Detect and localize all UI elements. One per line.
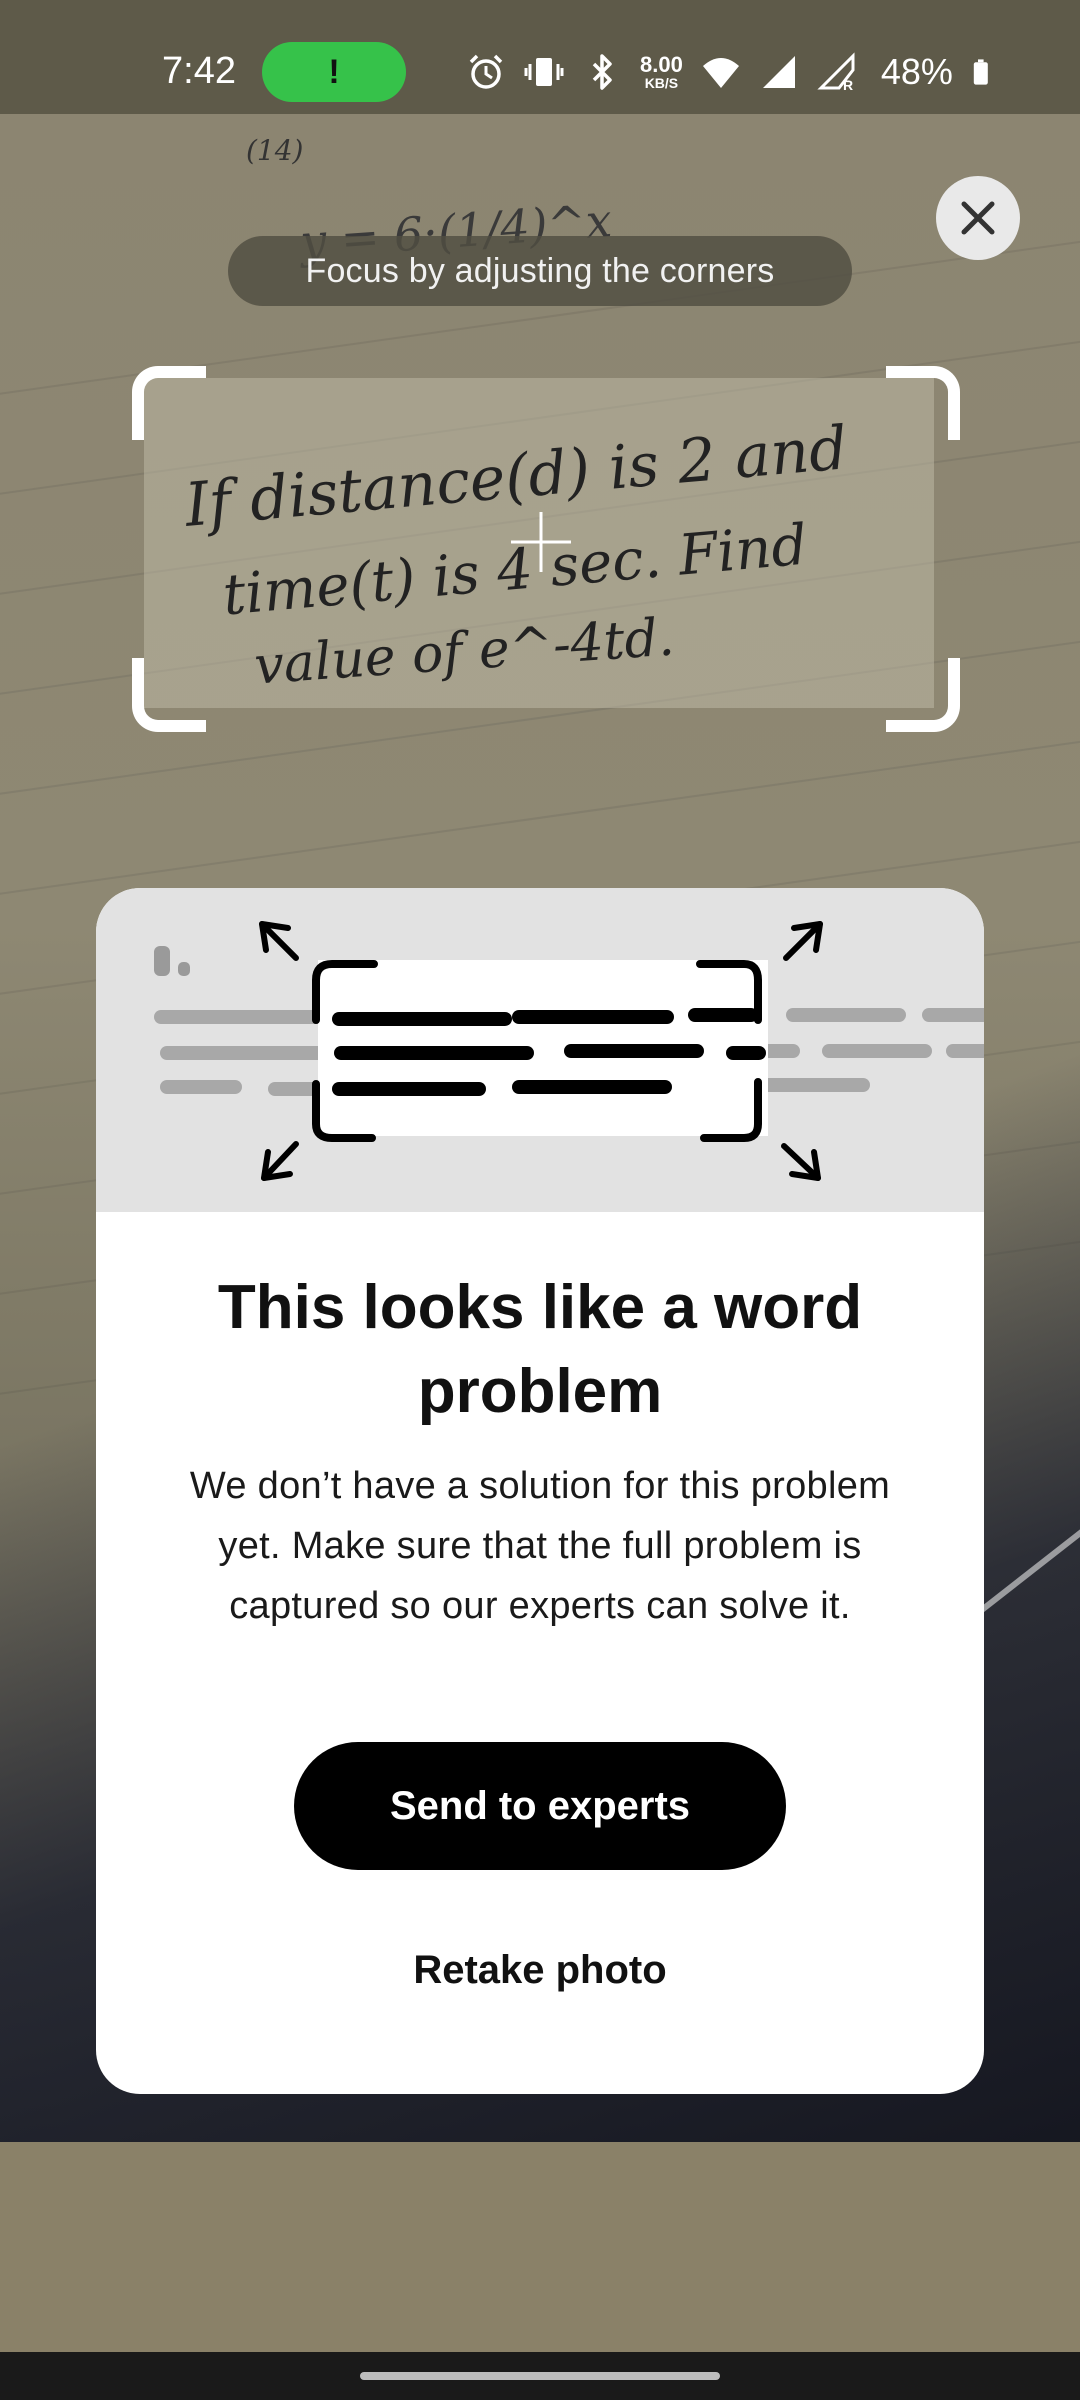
crosshair-icon (511, 512, 571, 572)
crop-corner-bottom-left[interactable] (132, 658, 206, 732)
svg-text:R: R (843, 77, 853, 92)
crop-illustration-icon (154, 921, 984, 1181)
status-bar: 7:42 ! 8.00 KB/S R 48% (0, 0, 1080, 114)
handwriting-problem-number: (14) (246, 134, 304, 167)
dialog-body: We don’t have a solution for this proble… (189, 1465, 891, 1627)
bluetooth-icon (592, 54, 612, 90)
battery-icon (973, 59, 988, 85)
signal-roaming-icon: R (817, 52, 855, 92)
handwriting-line-3: value of e^-4td. (252, 607, 677, 697)
wifi-icon (702, 58, 739, 88)
home-indicator[interactable] (360, 2372, 720, 2380)
dialog-title: This looks like a word problem (217, 1273, 863, 1426)
send-to-experts-button[interactable]: Send to experts (294, 1742, 786, 1870)
vibrate-icon (524, 58, 564, 86)
status-time: 7:42 (162, 50, 236, 92)
battery-percent: 48% (880, 51, 953, 92)
word-problem-dialog: This looks like a word problem We don’t … (96, 888, 984, 2094)
focus-hint: Focus by adjusting the corners (228, 236, 852, 306)
close-button[interactable] (936, 176, 1020, 260)
crop-corner-bottom-right[interactable] (886, 658, 960, 732)
close-icon (961, 201, 995, 235)
network-speed: 8.00 KB/S (640, 52, 683, 91)
bottom-area (0, 2142, 1080, 2352)
retake-photo-button[interactable]: Retake photo (340, 1928, 740, 2012)
status-alert-pill[interactable]: ! (262, 42, 406, 102)
signal-icon (762, 56, 795, 88)
adjust-corners-illustration (96, 888, 984, 1212)
crop-corner-top-right[interactable] (886, 366, 960, 440)
crop-corner-top-left[interactable] (132, 366, 206, 440)
alarm-icon (469, 54, 503, 89)
